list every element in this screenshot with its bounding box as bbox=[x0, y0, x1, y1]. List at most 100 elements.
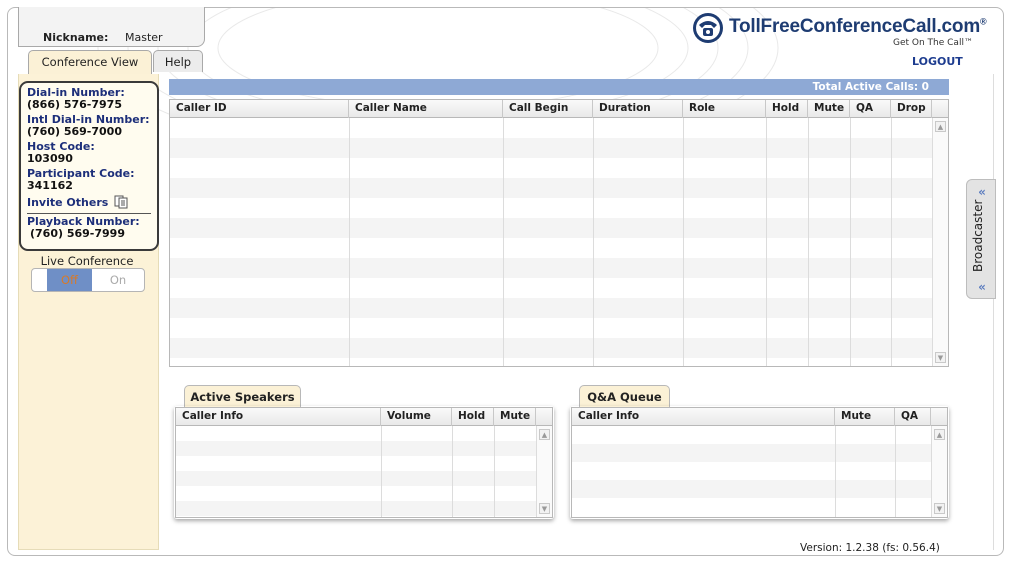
col-drop[interactable]: Drop bbox=[891, 100, 932, 118]
active-speakers-tab[interactable]: Active Speakers bbox=[184, 385, 301, 407]
active-speakers-table: Caller Info Volume Hold Mute ▲ ▼ bbox=[175, 407, 553, 518]
version-text: Version: 1.2.38 (fs: 0.56.4) bbox=[800, 542, 940, 554]
col-mute[interactable]: Mute bbox=[835, 408, 895, 426]
table-row bbox=[170, 318, 932, 338]
table-row bbox=[176, 456, 536, 471]
live-conference-toggle[interactable]: Off On bbox=[31, 268, 145, 292]
column-divider bbox=[452, 426, 453, 517]
dialin-value: (866) 576-7975 bbox=[27, 98, 122, 111]
qa-queue-table: Caller Info Mute QA ▲ ▼ bbox=[571, 407, 948, 518]
phone-logo-icon bbox=[693, 13, 723, 43]
column-divider bbox=[891, 118, 892, 366]
table-row bbox=[170, 258, 932, 278]
broadcaster-tab[interactable]: « Broadcaster « bbox=[966, 179, 996, 299]
speakers-table-body bbox=[176, 426, 536, 517]
chevron-left-icon[interactable]: « bbox=[976, 280, 988, 294]
table-row bbox=[170, 118, 932, 138]
column-divider bbox=[683, 118, 684, 366]
col-caller-info[interactable]: Caller Info bbox=[176, 408, 381, 426]
scroll-down-icon[interactable]: ▼ bbox=[539, 503, 550, 514]
tab-help[interactable]: Help bbox=[153, 50, 203, 72]
table-row bbox=[170, 178, 932, 198]
info-divider bbox=[27, 213, 151, 214]
scroll-down-icon[interactable]: ▼ bbox=[935, 352, 946, 363]
host-code-value: 103090 bbox=[27, 152, 73, 165]
column-divider bbox=[593, 118, 594, 366]
table-row bbox=[572, 498, 931, 516]
table-row bbox=[176, 426, 536, 441]
col-qa[interactable]: QA bbox=[850, 100, 891, 118]
col-role[interactable]: Role bbox=[683, 100, 766, 118]
speakers-table-header: Caller Info Volume Hold Mute bbox=[176, 408, 552, 426]
qa-queue-tab[interactable]: Q&A Queue bbox=[579, 385, 670, 407]
table-row bbox=[170, 338, 932, 358]
column-divider bbox=[808, 118, 809, 366]
col-caller-info[interactable]: Caller Info bbox=[572, 408, 835, 426]
col-mute[interactable]: Mute bbox=[494, 408, 536, 426]
scroll-down-icon[interactable]: ▼ bbox=[934, 503, 945, 514]
table-row bbox=[170, 358, 932, 378]
invite-others-label: Invite Others bbox=[27, 195, 109, 209]
col-volume[interactable]: Volume bbox=[381, 408, 452, 426]
table-row bbox=[572, 480, 931, 498]
calls-table-header: Caller ID Caller Name Call Begin Duratio… bbox=[170, 100, 948, 118]
invite-others-link[interactable]: Invite Others bbox=[27, 195, 151, 209]
col-call-begin[interactable]: Call Begin bbox=[503, 100, 593, 118]
col-caller-name[interactable]: Caller Name bbox=[349, 100, 503, 118]
table-row bbox=[170, 138, 932, 158]
conference-info-box: Dial-in Number: (866) 576-7975 Intl Dial… bbox=[19, 81, 159, 251]
tab-conference-view[interactable]: Conference View bbox=[28, 50, 152, 74]
qa-table-body bbox=[572, 426, 931, 517]
playback-value: (760) 569-7999 bbox=[30, 227, 125, 240]
column-divider bbox=[895, 426, 896, 517]
column-divider bbox=[766, 118, 767, 366]
table-row bbox=[170, 278, 932, 298]
col-qa[interactable]: QA bbox=[895, 408, 931, 426]
scroll-up-icon[interactable]: ▲ bbox=[935, 121, 946, 132]
col-hold[interactable]: Hold bbox=[766, 100, 808, 118]
calls-table: Caller ID Caller Name Call Begin Duratio… bbox=[169, 99, 949, 367]
column-divider bbox=[503, 118, 504, 366]
copy-icon[interactable] bbox=[114, 195, 128, 209]
col-caller-id[interactable]: Caller ID bbox=[170, 100, 349, 118]
logout-link[interactable]: LOGOUT bbox=[912, 55, 963, 68]
col-duration[interactable]: Duration bbox=[593, 100, 683, 118]
table-row bbox=[176, 441, 536, 456]
nickname-tab: Nickname: Master bbox=[18, 7, 205, 47]
column-divider bbox=[494, 426, 495, 517]
toggle-on-option[interactable]: On bbox=[92, 269, 144, 291]
col-mute[interactable]: Mute bbox=[808, 100, 850, 118]
table-row bbox=[176, 486, 536, 501]
calls-table-body bbox=[170, 118, 932, 366]
table-row bbox=[176, 471, 536, 486]
column-divider bbox=[381, 426, 382, 517]
column-divider bbox=[835, 426, 836, 517]
column-divider bbox=[349, 118, 350, 366]
table-row bbox=[170, 218, 932, 238]
toggle-off-option[interactable]: Off bbox=[47, 269, 92, 291]
qa-scrollbar[interactable]: ▲ ▼ bbox=[931, 426, 947, 517]
table-row bbox=[170, 238, 932, 258]
column-divider bbox=[850, 118, 851, 366]
table-row bbox=[176, 501, 536, 516]
participant-code-value: 341162 bbox=[27, 179, 73, 192]
table-row bbox=[572, 444, 931, 462]
brand-tagline: Get On The Call™ bbox=[893, 38, 973, 48]
scroll-up-icon[interactable]: ▲ bbox=[934, 429, 945, 440]
intl-dialin-value: (760) 569-7000 bbox=[27, 125, 122, 138]
nickname-label: Nickname: bbox=[43, 31, 109, 44]
table-row bbox=[170, 158, 932, 178]
table-row bbox=[170, 298, 932, 318]
nickname-value: Master bbox=[125, 31, 163, 44]
table-row bbox=[572, 426, 931, 444]
qa-table-header: Caller Info Mute QA bbox=[572, 408, 947, 426]
live-conference-label: Live Conference bbox=[40, 254, 134, 268]
broadcaster-label: Broadcaster bbox=[971, 199, 985, 272]
speakers-scrollbar[interactable]: ▲ ▼ bbox=[536, 426, 552, 517]
scroll-up-icon[interactable]: ▲ bbox=[539, 429, 550, 440]
brand-name: TollFreeConferenceCall.com® bbox=[729, 16, 987, 37]
chevron-left-icon[interactable]: « bbox=[976, 185, 988, 199]
table-row bbox=[572, 462, 931, 480]
calls-scrollbar[interactable]: ▲ ▼ bbox=[932, 118, 948, 366]
col-hold[interactable]: Hold bbox=[452, 408, 494, 426]
